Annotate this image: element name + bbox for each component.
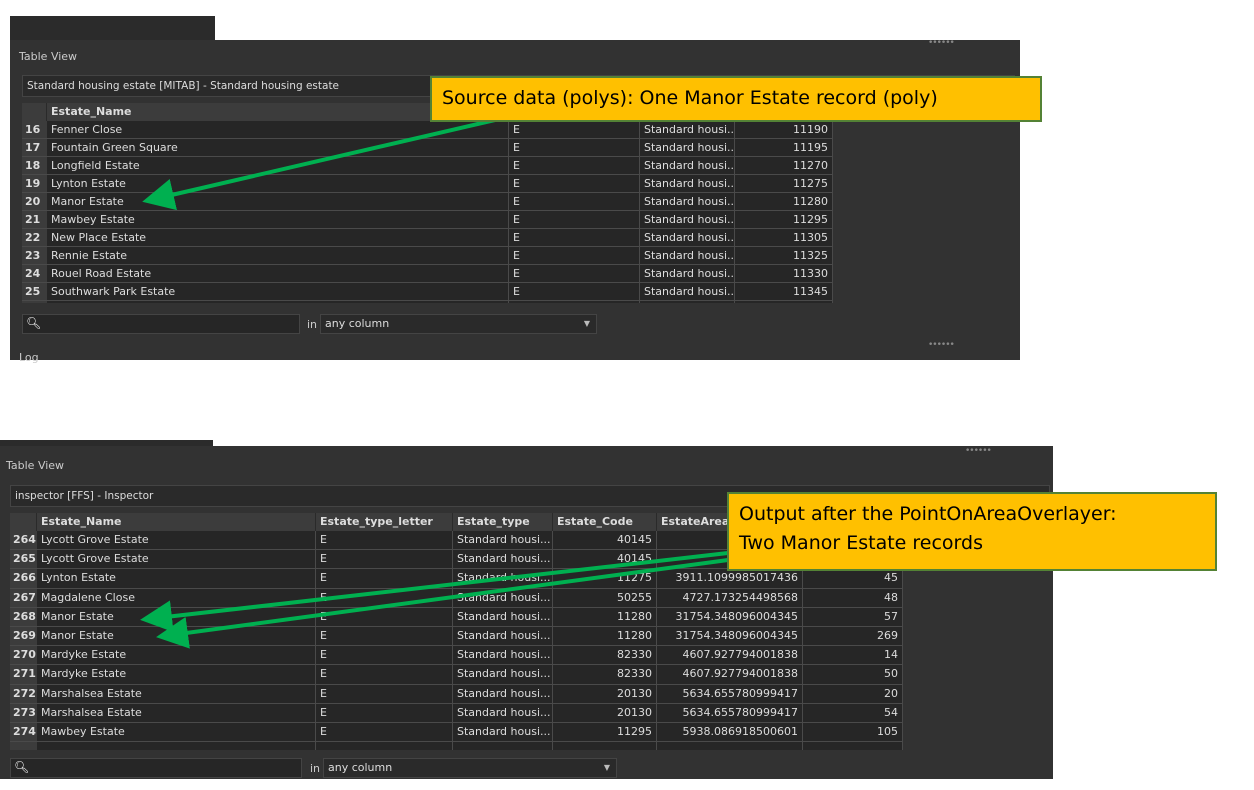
callout-output-line1: Output after the PointOnAreaOverlayer: bbox=[739, 503, 1117, 525]
arrow-bottom-1 bbox=[140, 551, 729, 633]
arrow-top bbox=[142, 118, 496, 211]
callout-output-line2: Two Manor Estate records bbox=[739, 532, 983, 554]
callout-output: Output after the PointOnAreaOverlayer: T… bbox=[727, 492, 1217, 571]
arrow-bottom-2 bbox=[156, 558, 729, 649]
callout-source-data: Source data (polys): One Manor Estate re… bbox=[430, 76, 1042, 122]
